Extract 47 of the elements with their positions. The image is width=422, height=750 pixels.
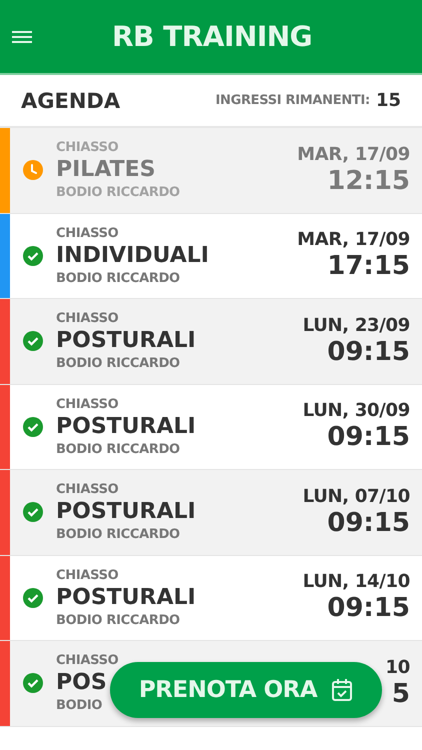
trainer-name: BODIO RICCARDO	[56, 527, 180, 542]
activity-name: POSTURALI	[56, 412, 196, 441]
appointment-date: LUN, 14/10	[302, 571, 410, 592]
appointment-date: 10	[386, 656, 410, 678]
menu-icon[interactable]	[12, 28, 32, 44]
activity-name: POS	[56, 669, 107, 698]
appointment-time: 09:15	[327, 506, 410, 539]
location-label: CHIASSO	[56, 140, 118, 156]
activity-name: PILATES	[56, 156, 156, 184]
app-title: RB TRAINING	[112, 20, 312, 53]
appointment-time: 09:15	[327, 336, 410, 368]
appointment-date: MAR, 17/09	[297, 229, 410, 250]
check-icon	[23, 246, 43, 266]
location-label: CHIASSO	[56, 226, 118, 241]
calendar-check-icon	[331, 678, 354, 702]
remaining-count: 15	[376, 90, 401, 111]
appointment-time: 17:15	[327, 250, 410, 282]
location-label: CHIASSO	[56, 396, 118, 412]
check-icon	[23, 502, 43, 522]
check-icon	[23, 588, 43, 608]
location-label: CHIASSO	[56, 311, 118, 326]
trainer-name: BODIO RICCARDO	[56, 185, 180, 200]
trainer-name: BODIO RICCARDO	[56, 270, 180, 286]
agenda-title: AGENDA	[21, 88, 122, 112]
check-icon	[23, 416, 43, 437]
appointment-time: 5	[392, 678, 410, 710]
trainer-name: BODIO RICCARDO	[56, 356, 180, 372]
check-icon	[23, 331, 43, 352]
activity-name: POSTURALI	[56, 498, 196, 526]
appointment-date: LUN, 23/09	[302, 314, 410, 336]
location-label: CHIASSO	[56, 482, 118, 498]
activity-name: POSTURALI	[56, 584, 196, 612]
appointment-date: MAR, 17/09	[297, 144, 410, 165]
check-icon	[23, 673, 43, 694]
appointment-time: 12:15	[327, 164, 410, 197]
activity-name: POSTURALI	[56, 327, 196, 356]
clock-icon	[23, 160, 43, 180]
remaining-label: INGRESSI RIMANENTI:	[215, 93, 370, 108]
trainer-name: BODIO RICCARDO	[56, 612, 180, 628]
appointment-date: LUN, 07/10	[302, 486, 410, 507]
appointment-time: 09:15	[327, 592, 410, 624]
appointment-time: 09:15	[327, 421, 410, 454]
trainer-name: BODIO RICCARDO	[56, 442, 180, 457]
activity-name: INDIVIDUALI	[56, 242, 209, 270]
appointment-date: LUN, 30/09	[302, 400, 410, 422]
location-label: CHIASSO	[56, 568, 118, 583]
trainer-name: BODIO	[56, 698, 102, 714]
